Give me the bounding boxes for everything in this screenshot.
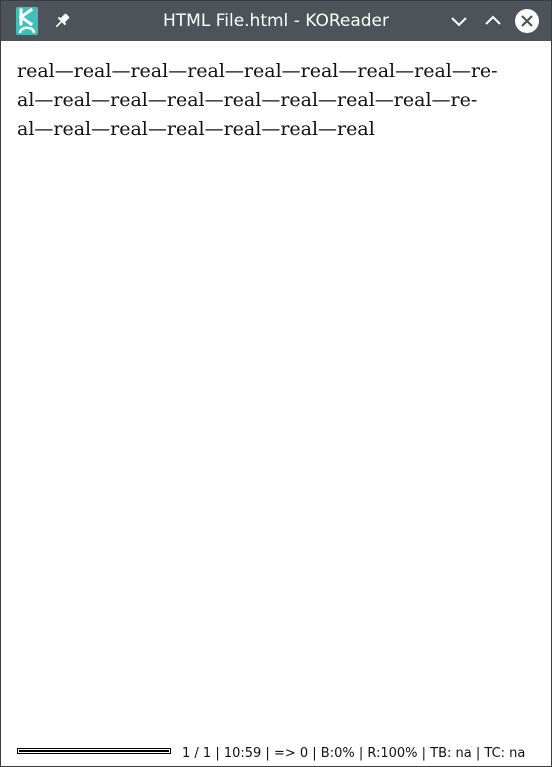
maximize-button[interactable] bbox=[481, 9, 505, 33]
minimize-button[interactable] bbox=[447, 9, 471, 33]
text-line: al—real—real—real—real—real—real—real—re… bbox=[17, 89, 478, 111]
text-line: al—real—real—real—real—real—real bbox=[17, 118, 375, 140]
koreader-window: HTML File.html - KOReader real—real—real… bbox=[0, 0, 552, 767]
text-line: real—real—real—real—real—real—real—real—… bbox=[17, 60, 498, 82]
chevron-up-icon bbox=[485, 15, 501, 25]
pin-icon[interactable] bbox=[52, 11, 72, 31]
reading-progress-fill bbox=[19, 750, 169, 752]
window-title: HTML File.html - KOReader bbox=[163, 11, 389, 31]
close-button[interactable] bbox=[514, 9, 539, 33]
reading-progress-bar[interactable] bbox=[17, 748, 171, 754]
footer-status-bar[interactable]: 1 / 1 | 10:59 | => 0 | B:0% | R:100% | T… bbox=[1, 742, 551, 766]
status-text: 1 / 1 | 10:59 | => 0 | B:0% | R:100% | T… bbox=[182, 746, 526, 761]
document-text: real—real—real—real—real—real—real—real—… bbox=[17, 57, 537, 144]
title-bar[interactable]: HTML File.html - KOReader bbox=[1, 1, 551, 41]
koreader-logo-icon bbox=[16, 7, 38, 35]
chevron-down-icon bbox=[451, 17, 467, 27]
close-icon bbox=[515, 9, 539, 33]
